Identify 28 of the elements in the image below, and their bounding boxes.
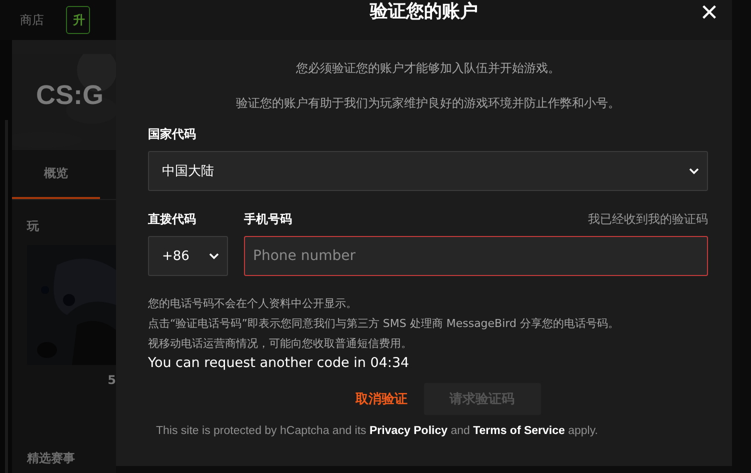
field-label: 直拨代码 <box>148 211 197 228</box>
field-label: 手机号码 <box>244 211 292 228</box>
close-button[interactable]: × <box>700 0 718 28</box>
field-label: 国家代码 <box>148 126 197 143</box>
phone-input[interactable]: Phone number <box>244 236 708 276</box>
policy-link[interactable]: Privacy Policy <box>370 425 448 437</box>
chevron-icon <box>689 167 699 175</box>
footer-text: This site is protected by hCaptcha and its Privacy Policy and Terms of Service apply. <box>155 425 599 437</box>
cancel-button[interactable]: 取消验证 <box>316 390 408 408</box>
upgrade-button[interactable]: 升 <box>66 6 90 34</box>
section-title: 玩 <box>26 218 40 235</box>
have-code-link[interactable]: 我已经收到我的验证码 <box>588 211 708 228</box>
tab[interactable]: 概览 <box>12 150 100 199</box>
section-title: 精选赛事 <box>26 450 76 467</box>
card-caption: 5 <box>106 372 116 387</box>
country-select[interactable]: 中国大陆 <box>148 151 708 191</box>
policy-link[interactable]: Terms of Service <box>473 425 565 437</box>
game-title: CS:G <box>36 80 104 110</box>
nav-link[interactable]: 商店 <box>20 12 44 28</box>
dialog-title: 验证您的账户 <box>370 0 478 23</box>
intro-text: 验证您的账户有助于我们为玩家维护良好的游戏环境并防止作弊和小号。 <box>235 95 621 112</box>
chevron-icon <box>209 252 219 260</box>
note-text: 您的电话号码不会在个人资料中公开显示。 <box>148 296 358 311</box>
countdown-text: You can request another code in 04:34 <box>148 355 410 371</box>
note-text: 视移动电话运营商情况，可能向您收取普通短信费用。 <box>148 336 413 351</box>
note-text: 点击“验证电话号码”即表示您同意我们与第三方 SMS 处理商 MessageBird 分享您的电话号码。 <box>148 316 620 331</box>
intro-text: 您必须验证您的账户才能够加入队伍并开始游戏。 <box>295 60 561 77</box>
dial-code-select[interactable]: +86 <box>148 236 228 276</box>
